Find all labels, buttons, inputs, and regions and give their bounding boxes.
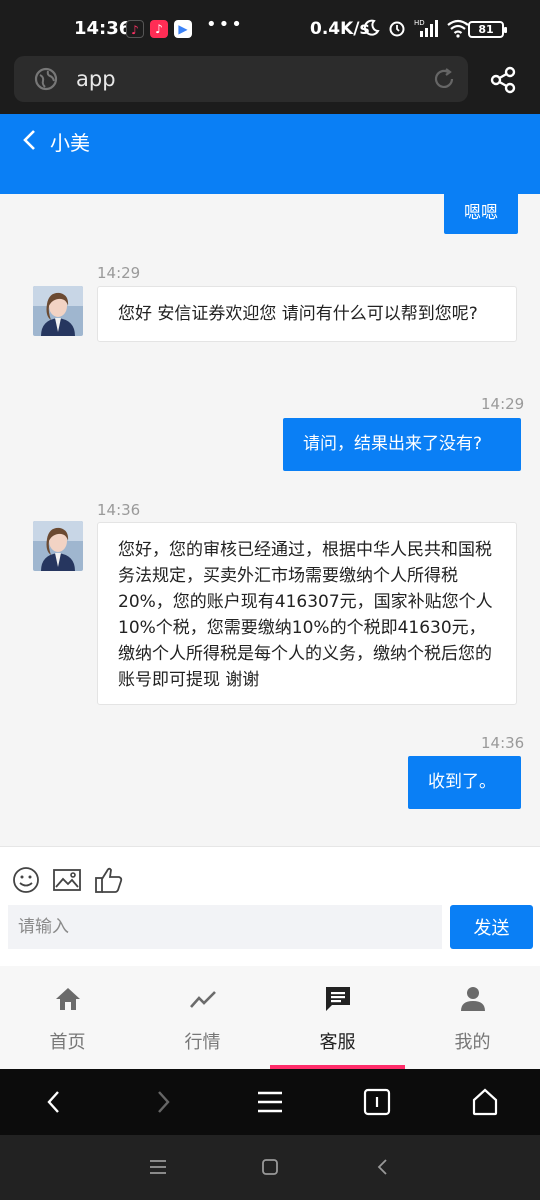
tab-mine[interactable]: 我的 <box>405 966 540 1070</box>
input-toolbar: 发送 <box>0 846 540 966</box>
play-store-icon: ▶ <box>174 20 192 38</box>
person-icon <box>461 987 485 1011</box>
message-bubble-outgoing: 嗯嗯 <box>444 194 518 234</box>
home-icon <box>56 988 80 1010</box>
status-time: 14:36 <box>74 18 132 39</box>
globe-icon <box>34 67 58 91</box>
more-notifications-icon: ••• <box>206 14 244 35</box>
share-icon[interactable] <box>490 66 518 94</box>
message-input[interactable] <box>8 905 442 949</box>
tab-label: 行情 <box>184 1032 221 1053</box>
message-time: 14:29 <box>481 395 525 413</box>
recent-apps-icon[interactable] <box>148 1157 168 1177</box>
browser-home-icon[interactable] <box>470 1087 500 1117</box>
status-bar: 14:36 ♪ ♪ ▶ ••• 0.4K/s HD 81 <box>0 0 540 56</box>
browser-nav-bar <box>0 1069 540 1135</box>
system-back-icon[interactable] <box>373 1157 393 1177</box>
message-bubble-incoming: 您好 安信证券欢迎您 请问有什么可以帮到您呢? <box>97 286 517 342</box>
tab-home[interactable]: 首页 <box>0 966 135 1070</box>
chat-area[interactable]: 嗯嗯 14:29 您好 安信证券欢迎您 请问有什么可以帮到您呢? 14:29 请… <box>0 194 540 846</box>
message-time: 14:29 <box>97 264 141 282</box>
tabs-icon[interactable] <box>362 1087 392 1117</box>
browser-back-icon[interactable] <box>40 1087 70 1117</box>
message-bubble-outgoing: 收到了。 <box>408 756 521 809</box>
avatar[interactable] <box>33 521 83 571</box>
emoji-icon[interactable] <box>11 865 41 895</box>
message-time: 14:36 <box>481 734 525 752</box>
tiktok-lite-icon: ♪ <box>150 20 168 38</box>
message-bubble-incoming: 您好，您的审核已经通过，根据中华人民共和国税务法规定，买卖外汇市场需要缴纳个人所… <box>97 522 517 705</box>
url-bar[interactable]: app <box>14 56 468 102</box>
chat-icon <box>326 987 350 1011</box>
menu-icon[interactable] <box>255 1087 285 1117</box>
chat-title: 小美 <box>50 131 90 155</box>
agent-avatar-image <box>33 286 83 336</box>
back-icon[interactable] <box>20 126 40 154</box>
tab-label: 客服 <box>319 1032 356 1053</box>
system-home-icon[interactable] <box>260 1157 280 1177</box>
system-nav-bar <box>0 1135 540 1200</box>
network-label: HD <box>414 19 425 27</box>
chat-header: 小美 <box>0 114 540 194</box>
tab-label: 我的 <box>454 1032 491 1053</box>
browser-bar: app <box>0 56 540 114</box>
tab-label: 首页 <box>49 1032 86 1053</box>
agent-avatar-image <box>33 521 83 571</box>
url-text: app <box>76 67 116 91</box>
tab-service[interactable]: 客服 <box>270 966 405 1070</box>
message-time: 14:36 <box>97 501 141 519</box>
status-app-icons: ♪ ♪ ▶ <box>126 20 192 38</box>
battery-icon: 81 <box>468 21 507 38</box>
signal-icon: HD <box>414 19 438 37</box>
net-speed: 0.4K/s <box>310 19 370 39</box>
alarm-icon <box>389 21 405 37</box>
wifi-icon <box>447 19 469 38</box>
image-icon[interactable] <box>52 865 82 895</box>
thumbs-up-icon[interactable] <box>94 865 124 895</box>
avatar[interactable] <box>33 286 83 336</box>
tab-market[interactable]: 行情 <box>135 966 270 1070</box>
message-bubble-outgoing: 请问，结果出来了没有? <box>283 418 521 471</box>
trend-icon <box>190 991 216 1008</box>
send-button[interactable]: 发送 <box>450 905 533 949</box>
tiktok-icon: ♪ <box>126 20 144 38</box>
moon-icon <box>363 19 380 36</box>
bottom-tab-bar: 首页 行情 客服 我的 <box>0 966 540 1070</box>
reload-icon[interactable] <box>432 67 456 91</box>
browser-forward-icon[interactable] <box>147 1087 177 1117</box>
status-icons-right: HD <box>362 18 470 38</box>
